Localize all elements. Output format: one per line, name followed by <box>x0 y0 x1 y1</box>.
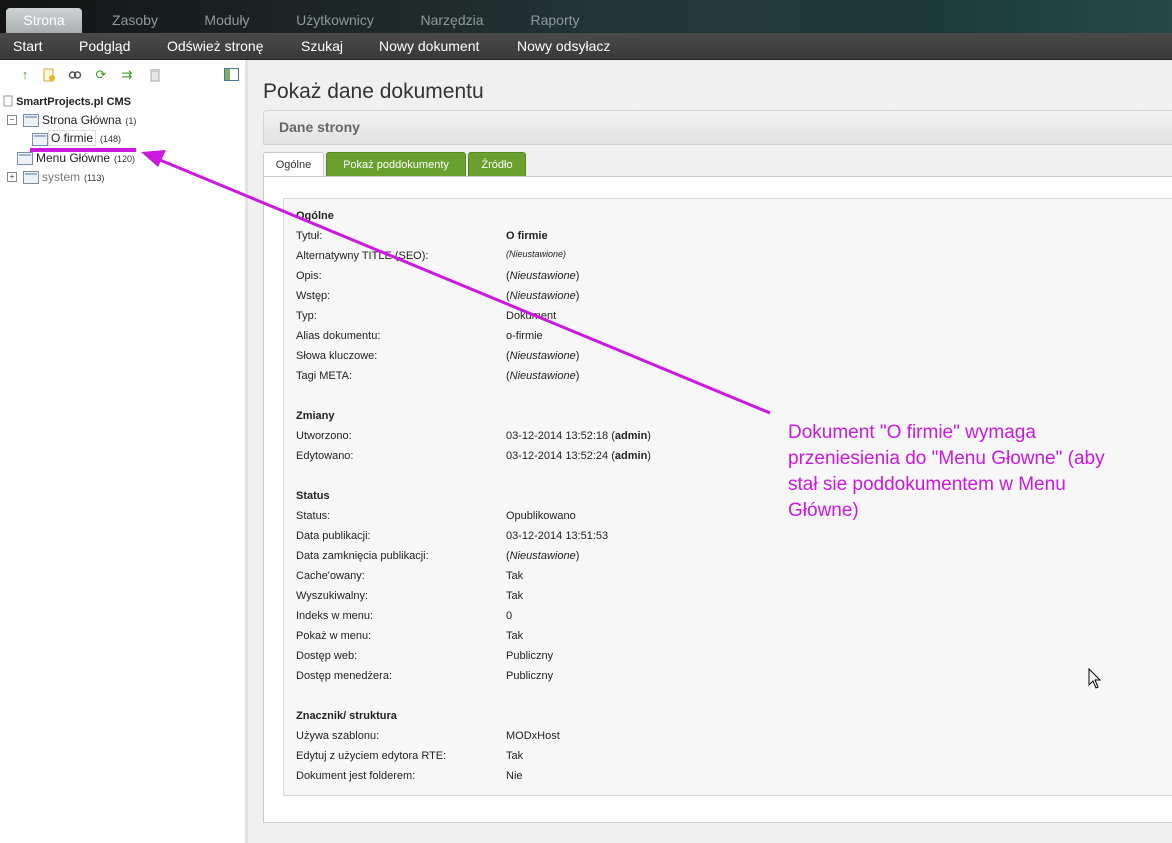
top-tab-raporty[interactable]: Raporty <box>520 8 590 33</box>
label-rte: Edytuj z użyciem edytora RTE: <box>296 750 447 762</box>
document-tree-panel: ↑ ⟳ ⇉ SmartProjects.pl CMS − Strona Głów… <box>0 60 245 843</box>
value-intro: (Nieustawione) <box>506 290 580 302</box>
label-cached: Cache'owany: <box>296 570 365 582</box>
value-publish-date: 03-12-2014 13:51:53 <box>506 530 609 542</box>
label-type: Typ: <box>296 310 317 322</box>
new-doc-icon[interactable] <box>42 68 56 82</box>
tree-item-count: (120) <box>114 154 136 164</box>
value-web-access: Publiczny <box>506 650 554 662</box>
label-meta-tags: Tagi META: <box>296 370 353 382</box>
value-title: O firmie <box>506 230 548 242</box>
section-header-structure: Znacznik/ struktura <box>296 710 397 722</box>
menu-szukaj[interactable]: Szukaj <box>301 33 343 59</box>
expand-system-icon[interactable]: + <box>7 172 17 182</box>
top-tab-strona[interactable]: Strona <box>6 8 82 33</box>
tree-item-label: Strona Główna <box>42 113 122 127</box>
tree-item-count: (1) <box>125 116 137 126</box>
top-tab-uzytkownicy[interactable]: Użytkownicy <box>288 8 382 33</box>
tree-item-system[interactable]: system (113) <box>42 170 104 184</box>
label-searchable: Wyszukiwalny: <box>296 590 369 602</box>
refresh-icon[interactable]: ⟳ <box>94 68 108 82</box>
arrow-up-icon[interactable]: ↑ <box>18 68 32 82</box>
section-title: Dane strony <box>279 119 360 135</box>
value-template: MODxHost <box>506 730 560 742</box>
tab-zrodlo[interactable]: Źródło <box>468 152 526 178</box>
value-manager-access: Publiczny <box>506 670 554 682</box>
label-created: Utworzono: <box>296 430 352 442</box>
top-tab-narzedzia[interactable]: Narzędzia <box>412 8 492 33</box>
tree-item-label: Menu Główne <box>36 151 111 165</box>
menu-nowy-odsylacz[interactable]: Nowy odsyłacz <box>517 33 610 59</box>
label-intro: Wstęp: <box>296 290 331 302</box>
value-meta-tags: (Nieustawione) <box>506 370 580 382</box>
value-type: Dokument <box>506 310 557 322</box>
value-created: 03-12-2014 13:52:18 (admin) <box>506 430 651 442</box>
label-alias: Alias dokumentu: <box>296 330 381 342</box>
value-keywords: (Nieustawione) <box>506 350 580 362</box>
value-is-folder: Nie <box>506 770 523 782</box>
page-title: Pokaż dane dokumentu <box>263 80 484 103</box>
tree-item-label: system <box>42 170 81 184</box>
tree-item-menu-glowne[interactable]: Menu Główne (120) <box>36 151 135 165</box>
tree-item-strona-glowna[interactable]: Strona Główna (1) <box>42 113 136 127</box>
trash-icon[interactable] <box>148 68 162 82</box>
label-status: Status: <box>296 510 331 522</box>
menu-podglad[interactable]: Podgląd <box>79 33 130 59</box>
menu-odswiez-strone[interactable]: Odśwież stronę <box>167 33 263 59</box>
value-searchable: Tak <box>506 590 524 602</box>
value-edited: 03-12-2014 13:52:24 (admin) <box>506 450 651 462</box>
value-show-in-menu: Tak <box>506 630 524 642</box>
tree-item-count: (113) <box>84 173 105 183</box>
tree-item-o-firmie[interactable]: O firmie (148) <box>48 130 122 146</box>
label-title: Tytuł: <box>296 230 323 242</box>
value-menu-index: 0 <box>506 610 513 622</box>
label-unpublish-date: Data zamknięcia publikacji: <box>296 550 429 562</box>
link-icon[interactable] <box>68 68 82 82</box>
label-description: Opis: <box>296 270 322 282</box>
top-tab-moduly[interactable]: Moduły <box>192 8 262 33</box>
label-keywords: Słowa kluczowe: <box>296 350 378 362</box>
label-alt-title: Alternatywny TITLE (SEO): <box>296 250 429 262</box>
collapse-panel-icon[interactable] <box>224 68 239 82</box>
section-header-general: Ogólne <box>296 210 334 222</box>
label-manager-access: Dostęp menedżera: <box>296 670 392 682</box>
tree-root[interactable]: SmartProjects.pl CMS <box>3 95 131 108</box>
tree-item-count: (148) <box>100 134 122 144</box>
value-rte: Tak <box>506 750 524 762</box>
top-tab-zasoby[interactable]: Zasoby <box>100 8 170 33</box>
section-header-changes: Zmiany <box>296 410 335 422</box>
folder-icon <box>23 171 39 184</box>
sub-menu-bar: Start Podgląd Odśwież stronę Szukaj Nowy… <box>0 33 1172 60</box>
tree-item-label: O firmie <box>48 130 96 146</box>
tab-ogolne[interactable]: Ogólne <box>263 152 324 178</box>
label-menu-index: Indeks w menu: <box>296 610 374 622</box>
value-description: (Nieustawione) <box>506 270 580 282</box>
tab-pokaz-poddokumenty[interactable]: Pokaż poddokumenty <box>326 152 466 178</box>
label-web-access: Dostęp web: <box>296 650 358 662</box>
top-menu-bar: Strona Zasoby Moduły Użytkownicy Narzędz… <box>0 0 1172 33</box>
menu-nowy-dokument[interactable]: Nowy dokument <box>379 33 479 59</box>
menu-start[interactable]: Start <box>13 33 43 59</box>
value-unpublish-date: (Nieustawione) <box>506 550 580 562</box>
tree-root-label: SmartProjects.pl CMS <box>16 96 131 108</box>
value-alt-title: (Nieustawione) <box>506 249 567 259</box>
value-status: Opublikowano <box>506 510 576 522</box>
collapse-strona-glowna-icon[interactable]: − <box>7 115 17 125</box>
document-icon <box>17 152 33 165</box>
document-icon <box>32 133 48 146</box>
mouse-cursor-icon <box>1088 668 1102 689</box>
section-header-status: Status <box>296 490 330 502</box>
section-header: Dane strony <box>263 110 1172 145</box>
label-edited: Edytowano: <box>296 450 354 462</box>
label-is-folder: Dokument jest folderem: <box>296 770 416 782</box>
annotation-text: Dokument "O firmie" wymaga przeniesienia… <box>788 422 1105 521</box>
label-show-in-menu: Pokaż w menu: <box>296 630 372 642</box>
label-publish-date: Data publikacji: <box>296 530 371 542</box>
value-alias: o-firmie <box>506 330 543 342</box>
folder-icon <box>23 114 39 127</box>
sort-icon[interactable]: ⇉ <box>120 68 134 82</box>
value-cached: Tak <box>506 570 524 582</box>
label-template: Używa szablonu: <box>296 730 380 742</box>
